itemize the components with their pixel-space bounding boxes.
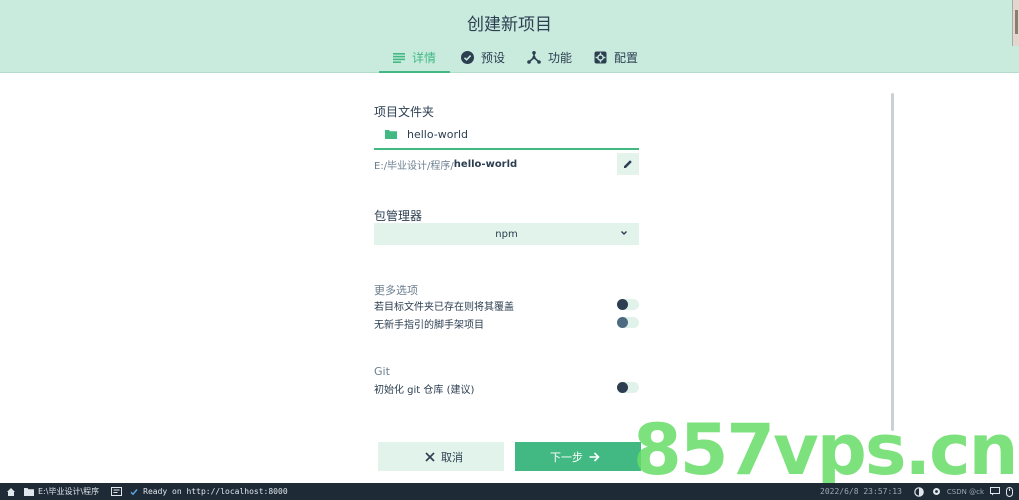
hub-icon: [527, 51, 541, 64]
folder-icon: [385, 130, 397, 139]
status-datetime: 2022/6/8 23:57:13: [820, 487, 902, 496]
chat-icon[interactable]: [990, 487, 1000, 496]
gear-icon: [594, 51, 607, 64]
next-label: 下一步: [550, 450, 583, 464]
next-button[interactable]: 下一步: [515, 442, 641, 471]
settings-icon[interactable]: [932, 487, 941, 496]
package-manager-label: 包管理器: [374, 209, 423, 223]
status-terminal[interactable]: Ready on http://localhost:8000: [111, 487, 288, 496]
tab-bar: 详情 预设 功能 配置: [379, 44, 649, 73]
option-git-label: 初始化 git 仓库 (建议): [374, 384, 475, 396]
check-circle-icon: [461, 51, 475, 64]
option-overwrite-label: 若目标文件夹已存在则将其覆盖: [374, 301, 514, 313]
package-manager-value: npm: [495, 228, 518, 240]
status-folder-path: E:\毕业设计\程序: [38, 487, 100, 496]
close-icon: [425, 451, 435, 462]
watermark: 857vps.cn: [633, 409, 1018, 491]
git-title: Git: [374, 365, 390, 378]
contrast-icon[interactable]: [914, 486, 924, 497]
folder-label: 项目文件夹: [374, 105, 435, 119]
status-csdn: CSDN @ck: [946, 487, 984, 496]
page-title: 创建新项目: [467, 15, 552, 35]
terminal-icon: [111, 487, 123, 496]
folder-input[interactable]: [405, 126, 609, 142]
pencil-icon: [624, 160, 632, 168]
no-guide-toggle[interactable]: [617, 317, 639, 328]
arrow-right-icon: [589, 451, 600, 462]
mouse-icon[interactable]: [1006, 486, 1013, 497]
project-path: E:/毕业设计/程序/ hello-world: [374, 152, 639, 176]
chevron-down-icon: [621, 231, 627, 235]
more-options-title: 更多选项: [374, 284, 418, 297]
option-no-guide-row: 无新手指引的脚手架项目: [374, 315, 639, 331]
status-bar: E:\毕业设计\程序 Ready on http://localhost:800…: [0, 483, 1019, 500]
home-icon[interactable]: [6, 487, 16, 497]
tab-details-label: 详情: [412, 51, 437, 65]
option-no-guide-label: 无新手指引的脚手架项目: [374, 319, 484, 331]
tab-presets[interactable]: 预设: [450, 44, 516, 71]
tab-config[interactable]: 配置: [583, 44, 649, 71]
status-ready: Ready on http://localhost:8000: [143, 487, 288, 496]
folder-icon: [24, 487, 34, 496]
overwrite-toggle[interactable]: [617, 299, 639, 310]
edit-path-button[interactable]: [617, 153, 639, 175]
folder-field[interactable]: [374, 120, 639, 150]
tab-presets-label: 预设: [481, 51, 506, 65]
tab-features-label: 功能: [548, 51, 573, 65]
status-folder[interactable]: E:\毕业设计\程序: [24, 486, 99, 497]
status-right: 2022/6/8 23:57:13 CSDN @ck: [820, 483, 1013, 500]
path-name: hello-world: [453, 158, 518, 170]
list-icon: [393, 52, 405, 63]
tab-details[interactable]: 详情: [379, 44, 451, 73]
git-init-toggle[interactable]: [617, 382, 639, 393]
tab-features[interactable]: 功能: [516, 44, 583, 71]
check-icon: [130, 488, 138, 495]
cancel-label: 取消: [441, 450, 463, 464]
window-scrollbar[interactable]: [1012, 0, 1019, 46]
option-git-row: 初始化 git 仓库 (建议): [374, 380, 639, 396]
path-prefix: E:/毕业设计/程序/: [374, 160, 454, 172]
content-scrollbar[interactable]: [891, 93, 894, 431]
tab-config-label: 配置: [614, 51, 639, 65]
header: 创建新项目 详情 预设 功能 配置: [0, 0, 1019, 73]
option-overwrite-row: 若目标文件夹已存在则将其覆盖: [374, 297, 639, 313]
package-manager-select[interactable]: npm: [374, 223, 639, 245]
cancel-button[interactable]: 取消: [378, 442, 504, 471]
